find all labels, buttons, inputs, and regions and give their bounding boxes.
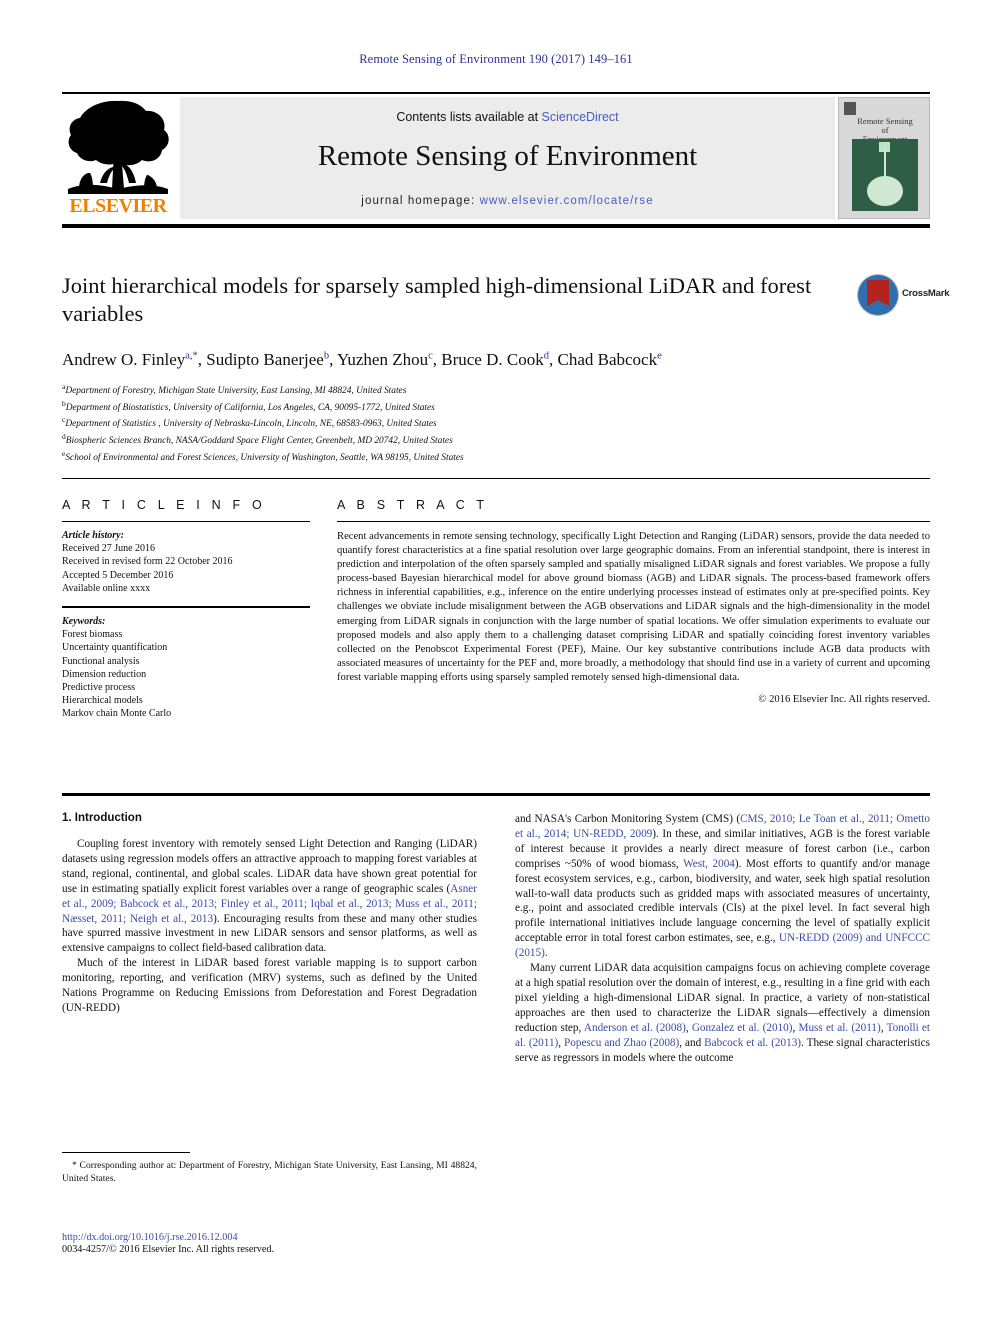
issn-copyright-line: 0034-4257/© 2016 Elsevier Inc. All right… (62, 1244, 275, 1255)
article-info-rule (62, 521, 310, 522)
abstract-rule (337, 521, 930, 522)
title-block: Joint hierarchical models for sparsely s… (62, 272, 852, 465)
cover-artwork (852, 139, 918, 211)
paragraph: Much of the interest in LiDAR based fore… (62, 957, 477, 1014)
keyword-item: Predictive process (62, 682, 136, 694)
affiliation-item: eSchool of Environmental and Forest Scie… (62, 448, 852, 465)
article-info-heading: A R T I C L E I N F O (62, 498, 266, 512)
corresponding-author-footnote: * Corresponding author at: Department of… (62, 1152, 477, 1186)
article-info-column: A R T I C L E I N F O Article history: R… (62, 498, 310, 721)
journal-homepage-line: journal homepage: www.elsevier.com/locat… (180, 195, 835, 207)
cover-artwork-sphere (867, 176, 903, 206)
paragraph: Many current LiDAR data acquisition camp… (515, 962, 931, 1064)
article-history-block: Article history: Received 27 June 2016 R… (62, 529, 310, 595)
affiliation-text: School of Environmental and Forest Scien… (65, 453, 464, 463)
abstract-bottom-rule (62, 793, 930, 796)
homepage-prefix: journal homepage: (361, 195, 480, 207)
affiliation-item: dBiospheric Sciences Branch, NASA/Goddar… (62, 431, 852, 448)
keyword-item: Hierarchical models (62, 695, 143, 707)
article-history-label: Article history: (62, 530, 124, 541)
elsevier-wordmark: ELSEVIER (69, 195, 167, 217)
crossmark-label: CrossMark (902, 288, 950, 299)
affiliation-text: Biospheric Sciences Branch, NASA/Goddard… (65, 436, 453, 447)
abstract-column: A B S T R A C T Recent advancements in r… (337, 498, 930, 705)
keyword-item: Dimension reduction (62, 668, 147, 680)
affiliation-text: Department of Biostatistics, University … (65, 402, 435, 413)
abstract-heading: A B S T R A C T (337, 498, 489, 512)
section-heading-introduction: 1. Introduction (62, 812, 142, 824)
page-title: Joint hierarchical models for sparsely s… (62, 273, 812, 326)
elsevier-logo: ELSEVIER (62, 97, 174, 219)
crossmark-badge[interactable]: CrossMark (858, 275, 950, 317)
sciencedirect-link[interactable]: ScienceDirect (542, 110, 619, 124)
elsevier-tree-icon (68, 100, 169, 194)
keywords-label: Keywords: (62, 616, 106, 628)
masthead-bottom-rule (62, 224, 930, 228)
header-divider-rule (62, 478, 930, 479)
journal-homepage-url[interactable]: www.elsevier.com/locate/rse (480, 195, 654, 207)
body-column-right: and NASA's Carbon Monitoring System (CMS… (515, 812, 930, 1065)
keywords-block: Keywords: Forest biomass Uncertainty qua… (62, 615, 310, 721)
journal-title: Remote Sensing of Environment (317, 140, 698, 172)
affiliation-text: Department of Statistics , University of… (65, 419, 437, 430)
doi-link[interactable]: http://dx.doi.org/10.1016/j.rse.2016.12.… (62, 1232, 562, 1243)
article-history-item: Received in revised form 22 October 2016 (62, 556, 233, 568)
author-list: Andrew O. Finleya,*, Sudipto Banerjeeb, … (62, 350, 662, 369)
running-head: Remote Sensing of Environment 190 (2017)… (359, 52, 633, 66)
journal-cover-thumbnail: Remote Sensing of Environment (838, 97, 930, 219)
keyword-item: Forest biomass (62, 629, 123, 641)
footnote-text: * Corresponding author at: Department of… (62, 1160, 477, 1184)
cover-publisher-mark (844, 102, 856, 115)
affiliation-list: aDepartment of Forestry, Michigan State … (62, 381, 852, 465)
affiliation-item: aDepartment of Forestry, Michigan State … (62, 381, 852, 398)
footnote-rule (62, 1152, 190, 1153)
contents-available-line: Contents lists available at ScienceDirec… (180, 110, 835, 124)
page-footer: http://dx.doi.org/10.1016/j.rse.2016.12.… (62, 1232, 562, 1255)
body-column-left: 1. Introduction Coupling forest inventor… (62, 812, 477, 1016)
keyword-item: Functional analysis (62, 655, 140, 667)
affiliation-item: bDepartment of Biostatistics, University… (62, 398, 852, 415)
abstract-text: Recent advancements in remote sensing te… (337, 531, 930, 683)
article-history-item: Available online xxxx (62, 582, 151, 594)
contents-prefix: Contents lists available at (396, 110, 542, 124)
journal-masthead: ELSEVIER Contents lists available at Sci… (62, 92, 930, 228)
abstract-copyright: © 2016 Elsevier Inc. All rights reserved… (758, 694, 930, 706)
masthead-top-rule (62, 92, 930, 94)
affiliation-text: Department of Forestry, Michigan State U… (65, 386, 407, 397)
journal-article-page: Remote Sensing of Environment 190 (2017)… (0, 0, 992, 1323)
article-history-item: Received 27 June 2016 (62, 543, 156, 555)
masthead-banner: Contents lists available at ScienceDirec… (180, 97, 835, 219)
article-history-item: Accepted 5 December 2016 (62, 569, 174, 581)
keyword-item: Markov chain Monte Carlo (62, 708, 172, 720)
keywords-rule (62, 606, 310, 609)
paragraph: Coupling forest inventory with remotely … (62, 838, 477, 955)
article-body: 1. Introduction Coupling forest inventor… (62, 812, 930, 1177)
paragraph: and NASA's Carbon Monitoring System (CMS… (515, 813, 931, 960)
affiliation-item: cDepartment of Statistics , University o… (62, 414, 852, 431)
keyword-item: Uncertainty quantification (62, 642, 168, 654)
